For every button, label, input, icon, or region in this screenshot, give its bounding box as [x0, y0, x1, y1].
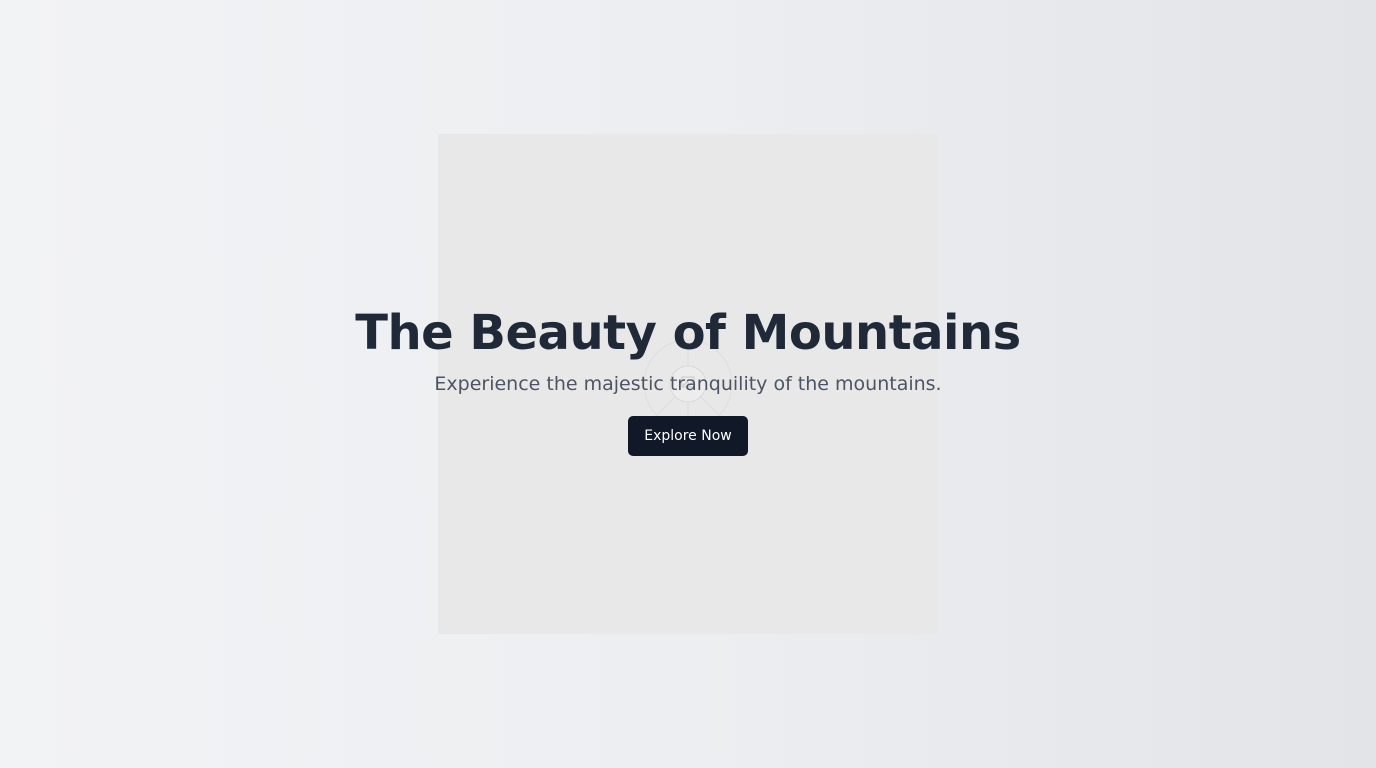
- hero-content: The Beauty of Mountains Experience the m…: [0, 300, 1376, 456]
- hero-title: The Beauty of Mountains: [355, 305, 1021, 361]
- hero-subtitle: Experience the majestic tranquility of t…: [434, 373, 942, 395]
- explore-now-button[interactable]: Explore Now: [628, 416, 748, 456]
